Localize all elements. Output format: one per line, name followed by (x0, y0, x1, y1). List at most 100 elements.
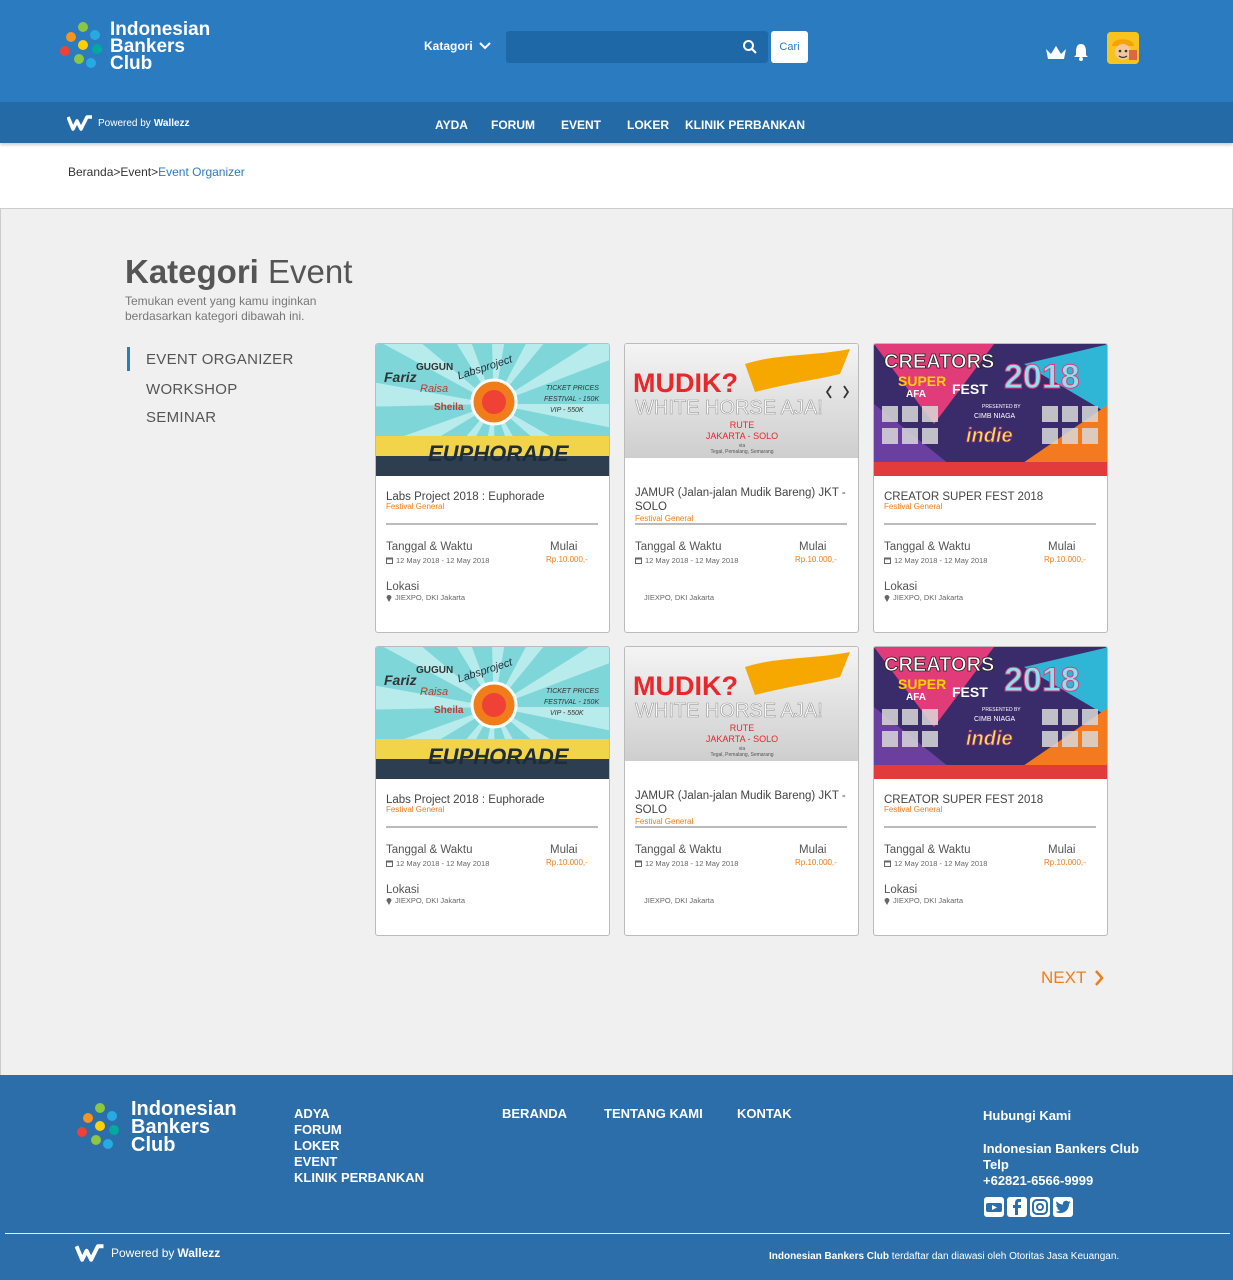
banner-presented: PRESENTED BY (982, 404, 1021, 410)
event-card[interactable]: EUPHORADE Fariz GUGUN Raisa Sheila Labsp… (375, 343, 610, 633)
event-card[interactable]: MUDIK? WHITE HORSE AJA! RUTE JAKARTA - S… (624, 646, 859, 936)
main-content (0, 208, 1233, 1075)
event-banner[interactable]: MUDIK? WHITE HORSE AJA! RUTE JAKARTA - S… (625, 647, 858, 779)
event-title[interactable]: JAMUR (Jalan-jalan Mudik Bareng) JKT - S… (635, 486, 850, 514)
banner-ticket: TICKET PRICES (546, 385, 599, 392)
footer-logo[interactable]: Indonesian Bankers Club (73, 1099, 237, 1155)
banner-subline: WHITE HORSE AJA! (635, 700, 823, 722)
event-banner[interactable]: EUPHORADE Fariz GUGUN Raisa Sheila Labsp… (376, 344, 609, 476)
search-input[interactable] (506, 31, 768, 63)
nav-loker[interactable]: LOKER (627, 118, 669, 132)
banner-fest: FEST (952, 381, 988, 397)
map-pin-icon (386, 594, 392, 602)
sidebar-item-workshop[interactable]: WORKSHOP (146, 381, 238, 398)
banner-creators-image: CREATORS SUPER FEST AFA 2018 PRESENTED B… (874, 344, 1107, 476)
event-location: JIEXPO, DKI Jakarta (395, 593, 466, 602)
contact-heading: Hubungi Kami (983, 1108, 1072, 1123)
banner-ticket: VIP - 550K (550, 407, 584, 414)
nav-klinik-perbankan[interactable]: KLINIK PERBANKAN (685, 118, 805, 132)
nav-event[interactable]: EVENT (561, 118, 601, 132)
event-banner[interactable]: EUPHORADE Fariz GUGUN Raisa Sheila Labsp… (376, 647, 609, 779)
map-pin-icon (386, 897, 392, 905)
kategori-dropdown[interactable]: Katagori (424, 39, 491, 53)
site-logo[interactable]: Indonesian Bankers Club (56, 20, 210, 73)
banner-fest: FEST (952, 684, 988, 700)
event-location: JIEXPO, DKI Jakarta (893, 593, 964, 602)
breadcrumb-event[interactable]: Event (120, 165, 151, 179)
contact-telp-label: Telp (983, 1157, 1009, 1172)
map-pin-icon (884, 594, 890, 602)
powered-by-wallezz[interactable]: Powered by Wallezz (67, 115, 190, 131)
chevron-down-icon (478, 42, 491, 50)
event-banner[interactable]: CREATORS SUPER FEST AFA 2018 PRESENTED B… (874, 344, 1107, 476)
user-avatar[interactable] (1107, 32, 1139, 64)
sidebar-item-seminar[interactable]: SEMINAR (146, 409, 216, 426)
mulai-label: Mulai (550, 541, 578, 553)
facebook-icon[interactable] (1007, 1197, 1027, 1217)
tanggal-label: Tanggal & Waktu (635, 844, 722, 856)
event-category: Festival General (635, 817, 694, 826)
event-category: Festival General (386, 502, 445, 511)
breadcrumb: Beranda>Event>Event Organizer (68, 165, 245, 179)
banner-ticket: TICKET PRICES (546, 688, 599, 695)
event-price: Rp.10.000,- (546, 555, 588, 564)
banner-name: Fariz (384, 672, 417, 688)
banner-headline: EUPHORADE (428, 441, 570, 466)
nav-ayda[interactable]: AYDA (435, 118, 468, 132)
footer-link-beranda[interactable]: BERANDA (502, 1106, 567, 1121)
event-date: 12 May 2018 - 12 May 2018 (396, 556, 490, 565)
card-divider (386, 826, 598, 828)
nav-forum[interactable]: FORUM (491, 118, 535, 132)
mulai-label: Mulai (799, 541, 827, 553)
search-field[interactable] (506, 31, 726, 63)
sidebar-active-indicator (127, 347, 130, 371)
card-divider (884, 523, 1096, 525)
crown-icon[interactable] (1045, 44, 1067, 60)
event-card[interactable]: MUDIK? WHITE HORSE AJA! RUTE JAKARTA - S… (624, 343, 859, 633)
footer-link-klinik[interactable]: KLINIK PERBANKAN (294, 1170, 424, 1185)
footer-link-event[interactable]: EVENT (294, 1154, 337, 1169)
tanggal-label: Tanggal & Waktu (884, 541, 971, 553)
banner-ticket: FESTIVAL - 150K (544, 699, 599, 706)
footer-link-kontak[interactable]: KONTAK (737, 1106, 792, 1121)
footer-link-adya[interactable]: ADYA (294, 1106, 330, 1121)
avatar-face-icon (1107, 32, 1139, 64)
banner-super: SUPER (898, 373, 946, 389)
bell-icon[interactable] (1073, 43, 1089, 61)
twitter-icon[interactable] (1053, 1197, 1073, 1217)
event-card[interactable]: CREATORS SUPER FEST AFA 2018 PRESENTED B… (873, 646, 1108, 936)
banner-year: 2018 (1004, 358, 1080, 396)
page-subtitle: Temukan event yang kamu inginkan berdasa… (125, 294, 317, 323)
next-button[interactable]: NEXT (1041, 968, 1104, 988)
event-title[interactable]: JAMUR (Jalan-jalan Mudik Bareng) JKT - S… (635, 789, 850, 817)
banner-via-cities: Tegal, Pemalang, Semarang (710, 752, 773, 758)
chevron-right-icon (1095, 970, 1104, 986)
cari-button[interactable]: Cari (771, 31, 808, 63)
tanggal-label: Tanggal & Waktu (635, 541, 722, 553)
footer-powered-by-wallezz[interactable]: Powered by Wallezz (74, 1244, 220, 1262)
footer-link-tentang-kami[interactable]: TENTANG KAMI (604, 1106, 703, 1121)
sidebar-item-event-organizer[interactable]: EVENT ORGANIZER (146, 351, 294, 368)
banner-sponsor: CIMB NIAGA (974, 716, 1016, 723)
footer-link-loker[interactable]: LOKER (294, 1138, 340, 1153)
calendar-icon (635, 860, 642, 867)
breadcrumb-beranda[interactable]: Beranda (68, 165, 113, 179)
powered-brand: Wallezz (153, 117, 190, 129)
youtube-icon[interactable] (984, 1197, 1004, 1217)
event-date: 12 May 2018 - 12 May 2018 (645, 859, 739, 868)
event-category: Festival General (884, 502, 943, 511)
instagram-icon[interactable] (1030, 1197, 1050, 1217)
mulai-label: Mulai (1048, 844, 1076, 856)
event-banner[interactable]: CREATORS SUPER FEST AFA 2018 PRESENTED B… (874, 647, 1107, 779)
event-price: Rp.10.000,- (1044, 858, 1086, 867)
event-card[interactable]: EUPHORADE Fariz GUGUN Raisa Sheila Labsp… (375, 646, 610, 936)
search-icon[interactable] (742, 39, 758, 55)
powered-prefix: Powered by (98, 117, 151, 129)
event-card[interactable]: CREATORS SUPER FEST AFA 2018 PRESENTED B… (873, 343, 1108, 633)
tanggal-label: Tanggal & Waktu (884, 844, 971, 856)
banner-headline: CREATORS (884, 351, 994, 373)
event-location: JIEXPO, DKI Jakarta (644, 896, 715, 905)
event-banner[interactable]: MUDIK? WHITE HORSE AJA! RUTE JAKARTA - S… (625, 344, 858, 476)
footer-link-forum[interactable]: FORUM (294, 1122, 342, 1137)
lokasi-label: Lokasi (386, 581, 420, 593)
